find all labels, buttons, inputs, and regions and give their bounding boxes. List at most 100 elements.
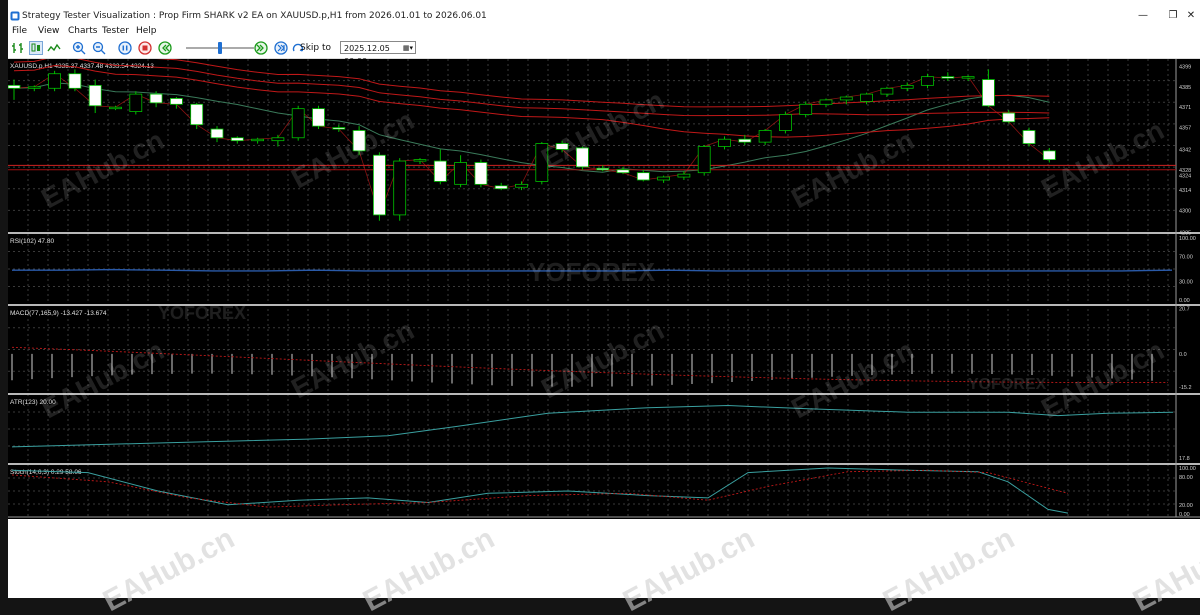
menu-help[interactable]: Help: [136, 24, 157, 38]
candle-body: [515, 183, 528, 188]
tester-toolbar: Skip to 2025.12.05 00:00 ▦▾: [8, 38, 1200, 66]
watermark-eahub: EAHub.cn: [536, 314, 669, 404]
candle-body: [982, 79, 995, 107]
menu-charts[interactable]: Charts: [68, 24, 97, 38]
price-tick-label: 4324: [1179, 174, 1191, 180]
candle-body: [312, 108, 325, 127]
watermark-eahub: EAHub.cn: [36, 124, 169, 214]
price-tick-label: 4385: [1179, 85, 1191, 91]
skip-end-icon[interactable]: [274, 41, 288, 55]
macd-tick-label: -15.2: [1179, 385, 1192, 391]
candle-body: [48, 73, 61, 89]
rsi-tick-label: 0.00: [1179, 298, 1190, 304]
zoom-in-icon[interactable]: [72, 41, 86, 55]
menu-bar: File View Charts Tester Help: [8, 24, 1200, 38]
calendar-dropdown-icon[interactable]: ▦▾: [403, 42, 413, 55]
zoom-out-icon[interactable]: [92, 41, 106, 55]
candle-body: [1022, 130, 1036, 144]
candlestick-icon[interactable]: [29, 41, 43, 55]
candle-body: [88, 84, 102, 107]
candle-body: [210, 128, 224, 139]
candle-body: [271, 137, 285, 142]
candle-body: [454, 162, 468, 185]
rewind-icon[interactable]: [158, 41, 172, 55]
candle-body: [961, 76, 975, 79]
candle-body: [230, 137, 244, 142]
menu-tester[interactable]: Tester: [102, 24, 129, 38]
candle-body: [636, 172, 650, 181]
panel-label-main: XAUUSD.p,H1 4335.37 4337.48 4333.54 4324…: [10, 63, 154, 70]
panel-separator: [8, 393, 1200, 395]
candle-body: [697, 146, 711, 174]
chart-area[interactable]: XAUUSD.p,H1 4335.37 4337.48 4333.54 4324…: [8, 59, 1200, 519]
candle-body: [799, 103, 813, 115]
price-tick-label: 4357: [1179, 126, 1191, 132]
price-tick-label: 4371: [1179, 105, 1191, 111]
menu-view[interactable]: View: [38, 24, 59, 38]
candle-body: [1002, 112, 1016, 123]
title-bar: Strategy Tester Visualization : Prop Fir…: [8, 8, 1200, 24]
tester-window: Strategy Tester Visualization : Prop Fir…: [8, 8, 1200, 520]
candle-body: [839, 96, 853, 101]
watermark-eahub: EAHub.cn: [1036, 334, 1169, 424]
candle-body: [474, 162, 488, 185]
candle-body: [921, 76, 934, 86]
candle-body: [251, 138, 265, 142]
stop-icon[interactable]: [138, 41, 152, 55]
candle-body: [880, 87, 894, 95]
candle-body: [900, 84, 914, 89]
watermark-eahub: EAHub.cn: [536, 84, 669, 174]
pause-icon[interactable]: [118, 41, 132, 55]
candle-body: [332, 127, 346, 130]
candle-body: [109, 106, 122, 110]
watermark-yoforex-small: YOFOREX: [158, 303, 246, 323]
candle-body: [677, 173, 691, 178]
rsi-tick-label: 30.00: [1179, 279, 1193, 285]
rsi-tick-label: 70.00: [1179, 255, 1193, 261]
panel-separator: [8, 232, 1200, 234]
minimize-button[interactable]: —: [1128, 8, 1158, 24]
stoch-signal-line: [11, 469, 1069, 508]
candle-body: [494, 185, 508, 190]
moving-average-line-2: [13, 64, 1050, 138]
candle-body: [169, 98, 183, 105]
app-icon: [10, 11, 20, 21]
close-button[interactable]: ✕: [1176, 8, 1200, 24]
watermark-eahub: EAHub.cn: [1036, 114, 1169, 204]
candle-body: [758, 130, 772, 143]
price-tick-label: 4314: [1179, 188, 1191, 194]
atr-tick-label: 17.8: [1179, 456, 1190, 462]
taskbar: [0, 598, 1200, 615]
panel-label-rsi: RSI(102) 47.80: [10, 238, 54, 245]
panel-separator: [8, 463, 1200, 465]
candle-body: [413, 159, 427, 162]
candle-body: [860, 93, 873, 102]
candle-body: [190, 103, 204, 126]
stoch-tick-label: 20.00: [1179, 503, 1193, 509]
skip-to-datetime-field[interactable]: 2025.12.05 00:00 ▦▾: [340, 41, 416, 66]
candle-body: [616, 169, 630, 174]
macd-tick-label: 0.0: [1179, 352, 1187, 358]
stoch-tick-label: 0.00: [1179, 512, 1190, 518]
line-chart-icon[interactable]: [47, 41, 61, 55]
moving-average-line-4: [156, 59, 1050, 108]
macd-tick-label: 20.7: [1179, 306, 1190, 312]
watermark-eahub: EAHub.cn: [286, 314, 419, 404]
chart-canvas[interactable]: XAUUSD.p,H1 4335.37 4337.48 4333.54 4324…: [8, 59, 1200, 519]
bar-chart-icon[interactable]: [11, 41, 25, 55]
speed-slider-thumb[interactable]: [218, 42, 222, 54]
menu-file[interactable]: File: [12, 24, 27, 38]
panel-label-macd: MACD(77,165,9) -13.427 -13.674: [10, 310, 107, 317]
watermark-yoforex: YOFOREX: [528, 257, 656, 287]
atr-line: [11, 404, 1174, 448]
watermark-eahub: EAHub.cn: [36, 334, 169, 424]
candle-body: [393, 160, 407, 216]
candle-body: [129, 93, 143, 112]
candle-body: [779, 114, 792, 131]
desktop-left-edge: [0, 0, 8, 615]
fast-forward-icon[interactable]: [254, 41, 268, 55]
candle-body: [8, 84, 21, 89]
candle-body: [819, 99, 833, 105]
candle-body: [27, 86, 41, 89]
price-tick-label: 4399: [1179, 64, 1191, 70]
